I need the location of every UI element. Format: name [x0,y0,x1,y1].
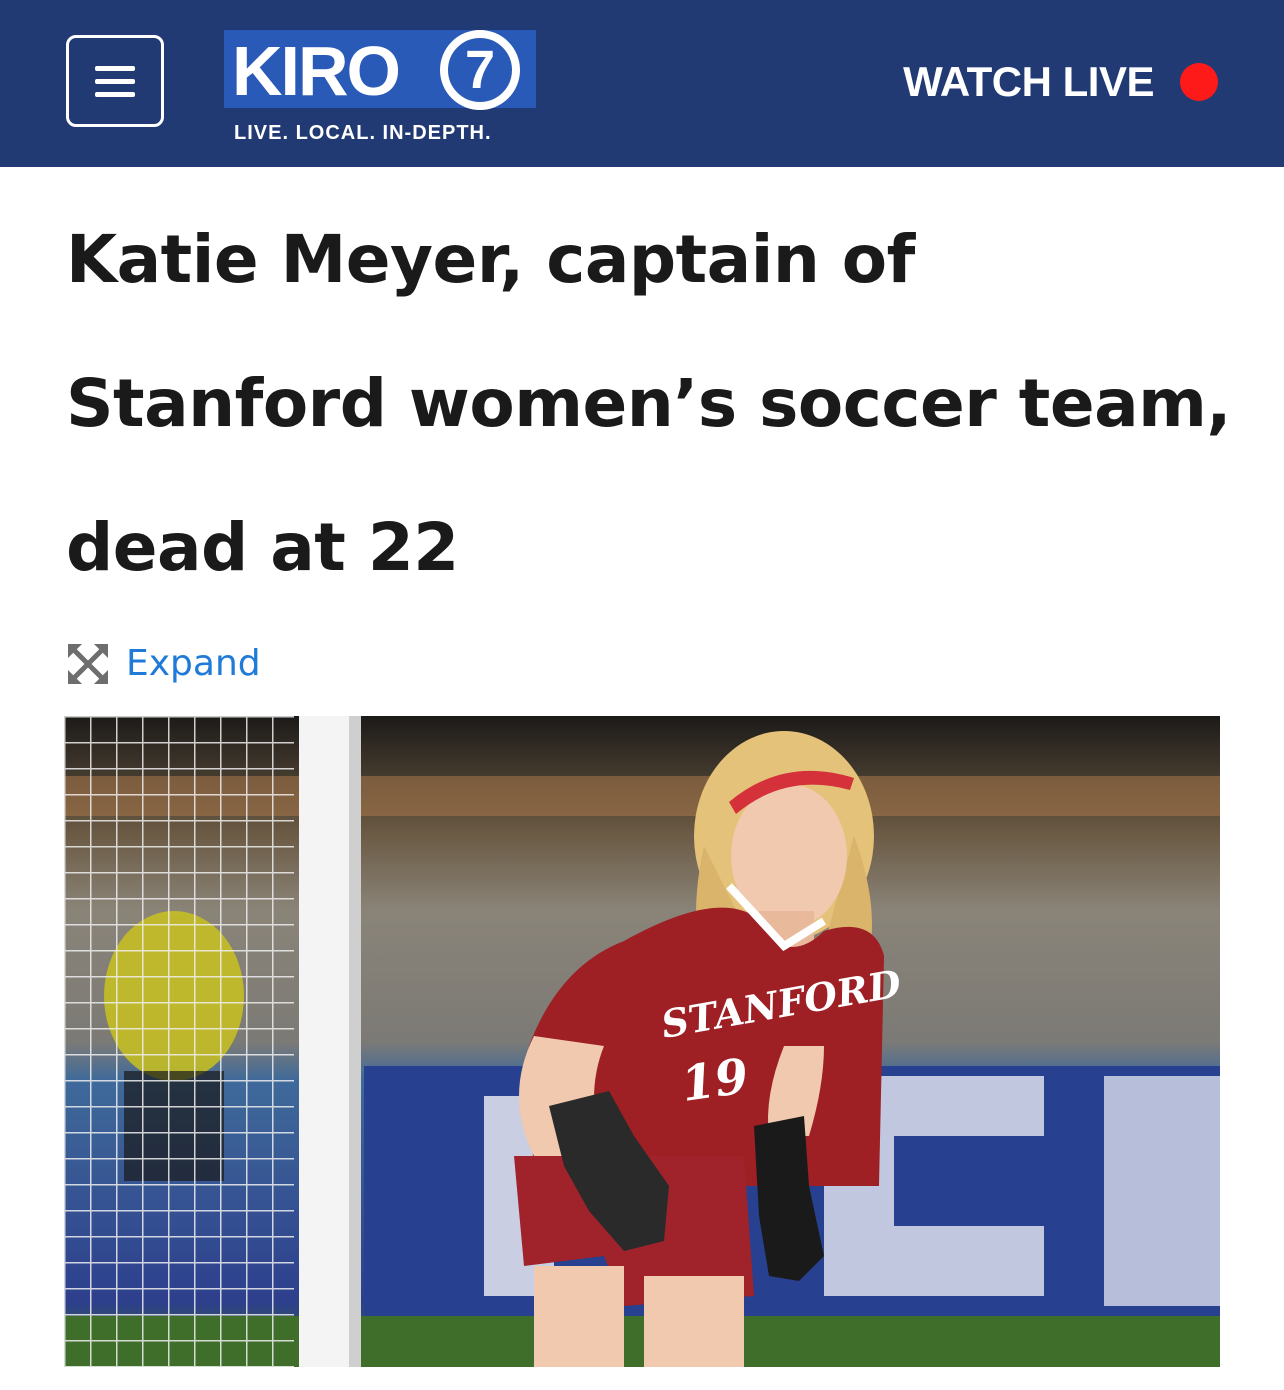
article-photo[interactable]: STANFORD 19 [64,716,1220,1367]
expand-icon [68,644,108,684]
menu-button[interactable] [66,35,164,127]
expand-button[interactable]: Expand [66,640,261,688]
watch-live-button[interactable]: WATCH LIVE [903,56,1218,108]
expand-label: Expand [126,643,261,684]
menu-icon [95,65,135,71]
menu-icon-bar [95,78,135,84]
logo-text: KIRO [232,32,401,110]
photo-illustration: STANFORD 19 [64,716,1220,1367]
menu-icon-bar [95,91,135,97]
article-headline: Katie Meyer, captain of Stanford women’s… [66,221,1231,586]
site-header: KIRO 7 LIVE. LOCAL. IN-DEPTH. WATCH LIVE [0,0,1284,167]
tagline: LIVE. LOCAL. IN-DEPTH. [234,122,492,144]
live-indicator-icon [1180,63,1218,101]
logo-seven-icon: 7 [440,30,520,110]
kiro7-logo[interactable]: KIRO 7 LIVE. LOCAL. IN-DEPTH. [224,30,538,144]
jersey-number: 19 [678,1048,752,1113]
watch-live-label: WATCH LIVE [903,58,1154,105]
logo-number: 7 [465,40,495,100]
